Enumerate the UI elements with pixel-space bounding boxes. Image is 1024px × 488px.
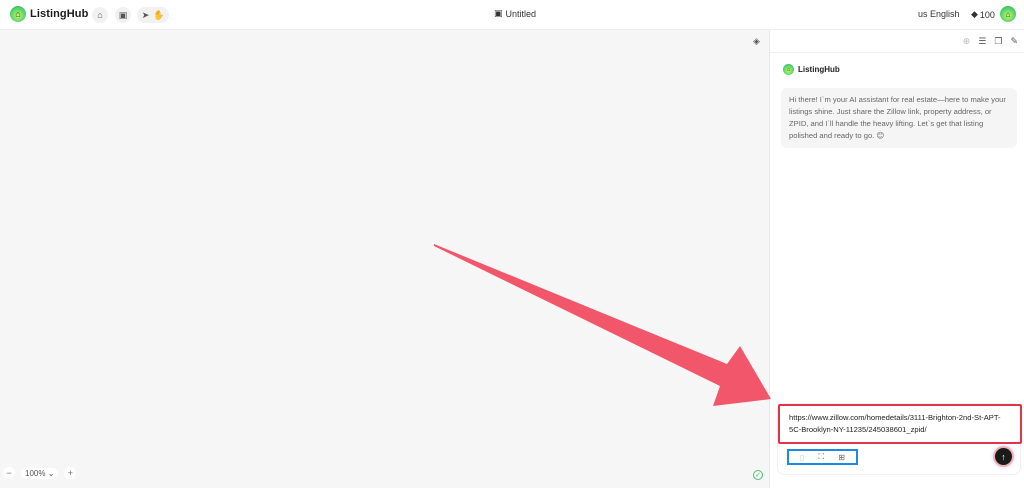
send-button[interactable]: ↑ [995,448,1012,465]
credits-count: 100 [979,9,995,20]
grid-icon[interactable]: ⊞ [838,453,845,462]
tool-pill: ➤ ✋ [137,7,169,23]
chevron-down-icon: ⌄ [47,468,55,478]
zoom-level[interactable]: 100% ⌄ [21,467,59,479]
top-bar: ⌂ ListingHub ⌂ ▣ ➤ ✋ ▣ Untitled us Engli… [0,0,1024,30]
folder-icon[interactable]: ▣ [115,7,131,23]
divider [770,52,1024,53]
new-chat-icon[interactable]: ⊕ [963,36,971,47]
assistant-panel: ⊕ ☰ ❐ ✎ ⌂ ListingHub Hi there! I`m your … [769,30,1024,488]
check-icon: ✓ [753,470,763,480]
credits-icon: ◆ [971,9,978,19]
assistant-message: Hi there! I`m your AI assistant for real… [781,88,1017,148]
arrow-up-icon: ↑ [1001,451,1006,462]
document-title-text: Untitled [505,8,537,19]
hand-icon[interactable]: ✋ [153,10,164,21]
credits-badge[interactable]: ◆ 100 [971,9,995,20]
zoom-in-button[interactable]: + [64,467,77,479]
chat-input[interactable]: https://www.zillow.com/homedetails/3111-… [778,404,1022,444]
assistant-logo-icon: ⌂ [783,64,794,75]
canvas[interactable]: ◈ − 100% ⌄ + ✓ [0,30,769,488]
avatar[interactable]: ⌂ [1000,6,1016,22]
layers-icon[interactable]: ◈ [753,36,760,47]
folder-icon: ▣ [494,8,503,18]
chat-composer: https://www.zillow.com/homedetails/3111-… [777,403,1022,475]
assistant-header: ⌂ ListingHub [783,64,840,75]
pin-icon[interactable]: ✎ [1010,36,1018,47]
image-icon[interactable]: ⛶ [819,452,825,462]
panel-toolbar: ⊕ ☰ ❐ ✎ [963,36,1018,47]
history-icon[interactable]: ☰ [978,36,986,47]
assistant-name: ListingHub [798,65,840,74]
send-icon[interactable]: ➤ [142,10,150,21]
attach-file-icon[interactable]: ▯ [800,453,804,462]
language-selector[interactable]: us English [918,9,960,19]
document-title[interactable]: ▣ Untitled [494,8,536,19]
copy-icon[interactable]: ❐ [994,36,1002,47]
brand-logo-icon: ⌂ [10,6,26,22]
brand[interactable]: ⌂ ListingHub [10,6,88,22]
zoom-out-button[interactable]: − [3,467,15,479]
home-icon[interactable]: ⌂ [92,7,108,23]
brand-name: ListingHub [30,8,89,20]
zoom-control: − 100% ⌄ + [3,467,77,479]
zoom-level-text: 100% [25,468,46,478]
attachment-tools: ▯ ⛶ ⊞ [787,449,858,465]
